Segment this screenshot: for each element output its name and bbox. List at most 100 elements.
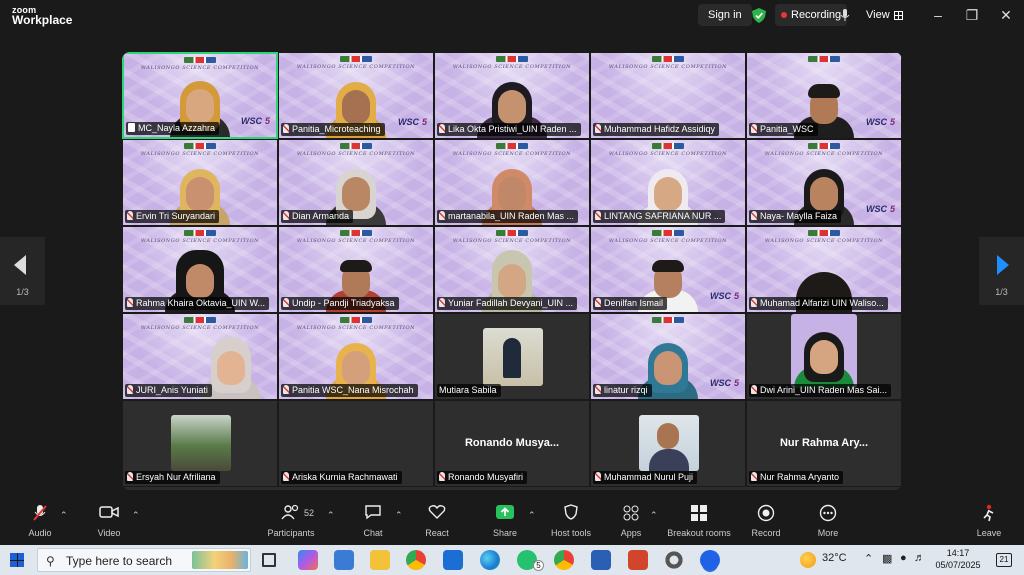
notifications-badge[interactable]: 21 (996, 553, 1012, 567)
previous-page-button[interactable]: 1/3 (0, 237, 45, 305)
outlook-icon[interactable] (443, 550, 463, 570)
react-button[interactable]: React (420, 504, 454, 538)
wsc-logo: WSC (710, 378, 739, 388)
apps-options-caret-icon[interactable]: ⌃ (650, 510, 658, 521)
taskbar-search-box[interactable]: ⚲ Type here to search (37, 548, 251, 572)
apps-button[interactable]: Apps (614, 504, 648, 538)
video-tile[interactable]: WALISONGO SCIENCE COMPETITION JURI_Anis … (122, 313, 278, 400)
leave-label: Leave (976, 528, 1002, 538)
host-tools-button[interactable]: Host tools (550, 504, 592, 538)
task-view-icon[interactable] (262, 553, 276, 567)
profile-picture (791, 314, 857, 388)
share-options-caret-icon[interactable]: ⌃ (528, 510, 536, 521)
participant-name: Panitia_Microteaching (281, 123, 385, 136)
windows-start-icon[interactable] (10, 553, 24, 567)
video-tile[interactable]: Ronando Musya... Ronando Musyafiri (434, 400, 590, 487)
event-banner (747, 53, 901, 79)
video-tile[interactable]: Nur Rahma Ary... Nur Rahma Aryanto (746, 400, 902, 487)
sponsor-logos-icon (652, 56, 684, 62)
video-tile[interactable]: WALISONGO SCIENCE COMPETITION Dian Arman… (278, 139, 434, 226)
close-icon[interactable]: ✕ (996, 6, 1016, 24)
record-button[interactable]: Record (749, 504, 783, 538)
video-options-caret-icon[interactable]: ⌃ (132, 510, 140, 521)
video-tile[interactable]: WALISONGO SCIENCE COMPETITION martanabil… (434, 139, 590, 226)
event-banner: WALISONGO SCIENCE COMPETITION (123, 140, 277, 166)
share-screen-icon (488, 504, 522, 526)
powerpoint-icon[interactable] (628, 550, 648, 570)
weather-sun-icon[interactable] (800, 552, 816, 568)
video-tile[interactable]: Mutiara Sabila (434, 313, 590, 400)
view-button[interactable]: View (860, 4, 909, 26)
muted-microphone-icon (439, 211, 445, 220)
video-tile[interactable]: WALISONGO SCIENCE COMPETITION Muhammad H… (590, 52, 746, 139)
leave-button[interactable]: Leave (972, 504, 1006, 538)
video-tile[interactable]: WALISONGO SCIENCE COMPETITION Ervin Tri … (122, 139, 278, 226)
network-icon[interactable]: ▩ (882, 552, 892, 565)
event-banner: WALISONGO SCIENCE COMPETITION (591, 53, 745, 79)
temperature[interactable]: 32°C (822, 552, 847, 564)
video-tile[interactable]: WALISONGO SCIENCE COMPETITION WSC Paniti… (278, 52, 434, 139)
share-button[interactable]: Share (488, 504, 522, 538)
copilot-icon[interactable] (298, 550, 318, 570)
video-tile[interactable]: WALISONGO SCIENCE COMPETITION Muhamad Al… (746, 226, 902, 313)
sponsor-logos-icon (340, 230, 372, 236)
file-explorer-icon[interactable] (370, 550, 390, 570)
minimize-icon[interactable]: – (928, 6, 948, 24)
microphone-tray-icon[interactable]: ● (900, 552, 907, 564)
tray-chevron-up-icon[interactable]: ⌃ (864, 552, 873, 565)
chat-button[interactable]: Chat (356, 504, 390, 538)
video-tile[interactable]: WSC Panitia_WSC (746, 52, 902, 139)
chrome-profile-icon[interactable] (554, 550, 574, 570)
muted-microphone-icon (283, 124, 289, 133)
participant-name: Naya- Maylla Faiza (749, 210, 842, 223)
word-icon[interactable] (591, 550, 611, 570)
video-tile[interactable]: WALISONGO SCIENCE COMPETITION WSC Naya- … (746, 139, 902, 226)
banner-title: WALISONGO SCIENCE COMPETITION (140, 151, 260, 157)
microsoft-store-icon[interactable] (334, 550, 354, 570)
muted-microphone-icon (283, 472, 289, 481)
video-tile[interactable]: WALISONGO SCIENCE COMPETITION Yuniar Fad… (434, 226, 590, 313)
video-tile[interactable]: Muhammad Nurul Puji (590, 400, 746, 487)
video-tile[interactable]: WALISONGO SCIENCE COMPETITION Panitia WS… (278, 313, 434, 400)
video-tile[interactable]: WALISONGO SCIENCE COMPETITION Lika Okta … (434, 52, 590, 139)
video-tile[interactable]: WSC linatur rizqi (590, 313, 746, 400)
search-placeholder: Type here to search (66, 554, 173, 568)
volume-icon[interactable]: ♬ (914, 552, 925, 564)
video-tile[interactable]: Ersyah Nur Afriliana (122, 400, 278, 487)
banner-title: WALISONGO SCIENCE COMPETITION (764, 151, 884, 157)
video-tile[interactable]: Ariska Kurnia Rachmawati (278, 400, 434, 487)
sponsor-logos-icon (496, 143, 528, 149)
heart-icon (420, 504, 454, 526)
participants-label: Participants (267, 528, 315, 538)
recording-indicator[interactable]: Recording (775, 4, 848, 26)
video-tile[interactable]: Dwi Arini_UIN Raden Mas Sai... (746, 313, 902, 400)
video-tile[interactable]: WALISONGO SCIENCE COMPETITION LINTANG SA… (590, 139, 746, 226)
more-button[interactable]: More (811, 504, 845, 538)
system-clock[interactable]: 14:17 05/07/2025 (930, 547, 986, 571)
restore-icon[interactable]: ❐ (962, 6, 982, 24)
participants-options-caret-icon[interactable]: ⌃ (327, 510, 335, 521)
audio-options-caret-icon[interactable]: ⌃ (60, 510, 68, 521)
chat-options-caret-icon[interactable]: ⌃ (395, 510, 403, 521)
clock-time: 14:17 (946, 548, 970, 558)
video-tile[interactable]: WALISONGO SCIENCE COMPETITION WSC Denilf… (590, 226, 746, 313)
event-banner: WALISONGO SCIENCE COMPETITION (124, 54, 276, 80)
sponsor-logos-icon (808, 143, 840, 149)
video-tile[interactable]: WALISONGO SCIENCE COMPETITION Undip - Pa… (278, 226, 434, 313)
microphone-small-icon[interactable] (838, 8, 852, 22)
chrome-icon[interactable] (406, 550, 426, 570)
settings-gear-icon[interactable] (664, 550, 684, 570)
next-page-button[interactable]: 1/3 (979, 237, 1024, 305)
breakout-rooms-button[interactable]: Breakout rooms (666, 504, 732, 538)
zoom-app-icon[interactable] (700, 550, 720, 570)
video-button[interactable]: Video (92, 504, 126, 538)
video-tile[interactable]: WALISONGO SCIENCE COMPETITION Rahma Khai… (122, 226, 278, 313)
participant-name: Nur Rahma Aryanto (749, 471, 844, 484)
encryption-shield-icon[interactable] (752, 8, 766, 23)
sponsor-logos-icon (652, 230, 684, 236)
sign-in-button[interactable]: Sign in (698, 4, 752, 26)
edge-icon[interactable] (480, 550, 500, 570)
view-label: View (866, 9, 890, 21)
audio-button[interactable]: Audio (22, 504, 58, 538)
video-tile[interactable]: WALISONGO SCIENCE COMPETITION WSC MC_Nay… (122, 52, 278, 139)
